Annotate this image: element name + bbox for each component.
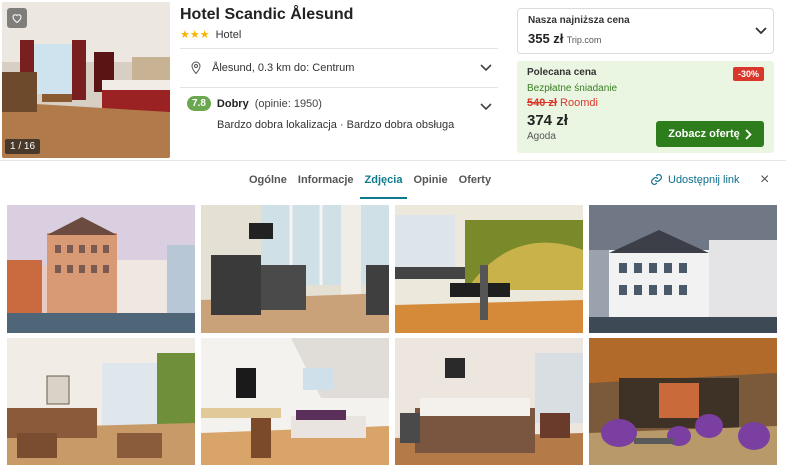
breakfast-note: Bezpłatne śniadanie <box>527 83 618 94</box>
hotel-info: Hotel Scandic Ålesund ★★★ Hotel Ålesund,… <box>180 6 498 140</box>
hotel-header: 1 / 16 Hotel Scandic Ålesund ★★★ Hotel Å… <box>0 0 786 160</box>
recommended-price-box: Polecana cena -30% Bezpłatne śniadanie 5… <box>517 61 774 153</box>
lowest-price-dropdown[interactable]: Nasza najniższa cena 355 zł Trip.com <box>517 8 774 54</box>
map-pin-icon <box>191 61 201 75</box>
lowest-price-provider: Trip.com <box>566 35 602 45</box>
location-row[interactable]: Ålesund, 0.3 km do: Centrum <box>180 49 498 87</box>
rating-highlights: Bardzo dobra lokalizacja · Bardzo dobra … <box>217 119 455 131</box>
tab-reviews[interactable]: Opinie <box>408 161 452 199</box>
favorite-button[interactable] <box>7 8 27 28</box>
old-price-row: 540 zł Roomdi <box>527 97 764 109</box>
location-text: Ålesund, 0.3 km do: Centrum <box>212 62 355 74</box>
gallery-photo-exterior[interactable] <box>7 205 195 333</box>
rating-row[interactable]: 7.8 Dobry (opinie: 1950) Bardzo dobra lo… <box>180 88 498 140</box>
old-price-provider: Roomdi <box>560 97 598 109</box>
link-icon <box>651 174 662 185</box>
tab-photos[interactable]: Zdjęcia <box>359 161 408 199</box>
tab-bar: Ogólne Informacje Zdjęcia Opinie Oferty … <box>0 160 786 199</box>
heart-icon <box>12 14 22 24</box>
gallery-photo-harbor[interactable] <box>589 205 777 333</box>
view-offer-button[interactable]: Zobacz ofertę <box>656 121 764 147</box>
lowest-price-label: Nasza najniższa cena <box>528 15 630 26</box>
hotel-type: Hotel <box>215 28 242 41</box>
lowest-price: 355 zł <box>528 31 564 46</box>
gallery-photo-gym[interactable] <box>201 205 389 333</box>
gallery-photo-lobby[interactable] <box>589 338 777 465</box>
rating-count: (opinie: 1950) <box>254 97 322 110</box>
photo-gallery <box>7 205 777 465</box>
hotel-name[interactable]: Hotel Scandic Ålesund <box>180 6 498 24</box>
tab-offers[interactable]: Oferty <box>454 161 496 199</box>
hotel-main-photo[interactable]: 1 / 16 <box>2 2 170 158</box>
rating-score-badge: 7.8 <box>187 96 211 111</box>
view-offer-label: Zobacz ofertę <box>668 128 740 140</box>
tab-overview[interactable]: Ogólne <box>244 161 292 199</box>
tab-list: Ogólne Informacje Zdjęcia Opinie Oferty <box>244 161 497 199</box>
star-rating: ★★★ <box>180 29 210 41</box>
discount-badge: -30% <box>732 67 764 81</box>
gallery-photo-fitness[interactable] <box>395 205 583 333</box>
photo-counter: 1 / 16 <box>5 139 41 154</box>
close-icon[interactable]: × <box>760 171 769 189</box>
tab-info[interactable]: Informacje <box>293 161 359 199</box>
chevron-down-icon <box>755 27 767 35</box>
gallery-photo-lounge[interactable] <box>7 338 195 465</box>
chevron-down-icon[interactable] <box>480 103 492 111</box>
recommended-label: Polecana cena <box>527 67 597 78</box>
rating-label: Dobry <box>216 97 249 110</box>
old-price: 540 zł <box>527 97 557 109</box>
chevron-down-icon[interactable] <box>480 64 492 72</box>
gallery-photo-room-desk[interactable] <box>201 338 389 465</box>
share-link-label: Udostępnij link <box>668 173 740 186</box>
share-link-button[interactable]: Udostępnij link <box>650 173 740 186</box>
gallery-photo-room-bed[interactable] <box>395 338 583 465</box>
chevron-right-icon <box>745 128 752 140</box>
lowest-price-value: 355 zł Trip.com <box>528 31 763 46</box>
hotel-class: ★★★ Hotel <box>180 28 498 42</box>
